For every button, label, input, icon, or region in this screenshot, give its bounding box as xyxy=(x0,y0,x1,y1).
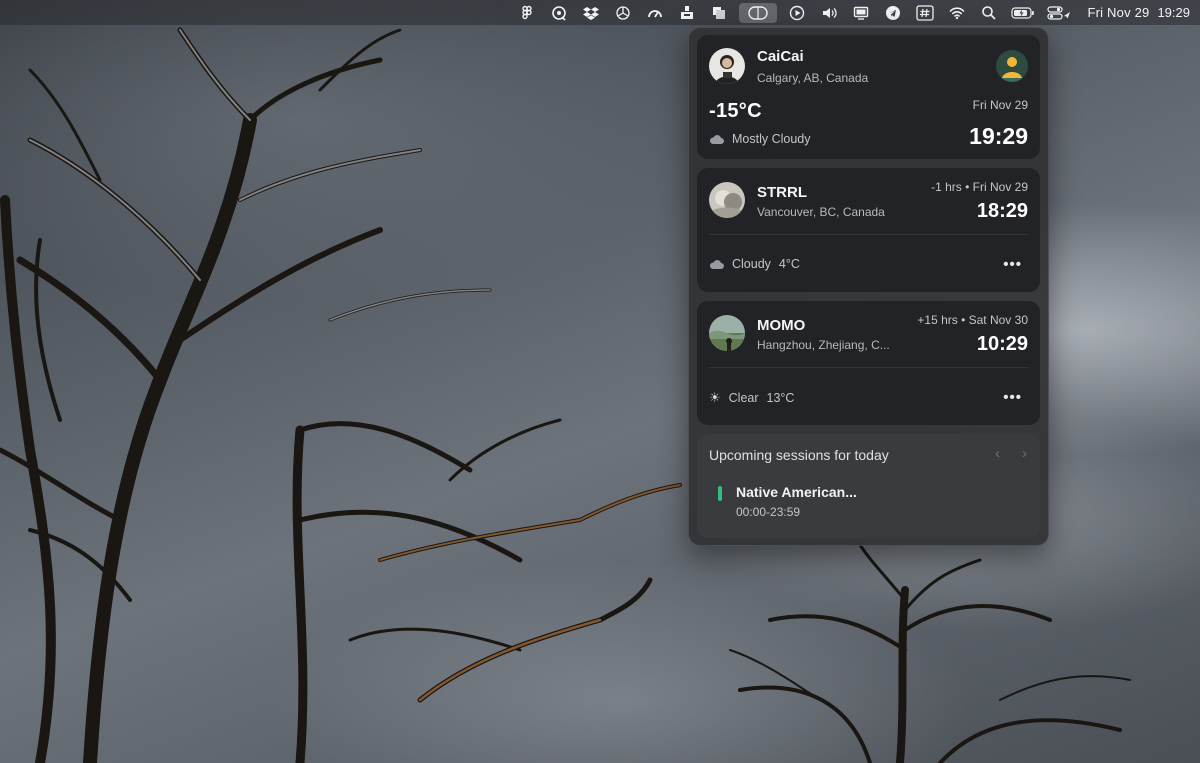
chrome-remote-icon[interactable] xyxy=(548,3,570,23)
sun-icon: ☀ xyxy=(709,390,721,405)
menubar-date[interactable]: Fri Nov 29 xyxy=(1087,5,1149,20)
my-time: 19:29 xyxy=(969,123,1028,149)
divider xyxy=(709,367,1028,368)
telegram-icon[interactable] xyxy=(882,3,904,23)
friend-time: 10:29 xyxy=(976,333,1028,355)
friend-condition-text: Clear xyxy=(728,391,759,405)
friend-condition-text: Cloudy xyxy=(732,257,771,271)
previous-button[interactable]: ‹ xyxy=(995,445,1000,462)
friend-temperature: 13°C xyxy=(766,391,795,405)
menubar-time[interactable]: 19:29 xyxy=(1157,5,1190,20)
friend-offset: +15 hrs • Sat Nov 30 xyxy=(917,313,1028,327)
search-icon[interactable] xyxy=(978,3,1000,23)
upload-tray-icon[interactable] xyxy=(676,3,698,23)
friend-temperature: 4°C xyxy=(778,257,800,271)
session-time: 00:00-23:59 xyxy=(736,505,801,519)
friend-location: Vancouver, BC, Canada xyxy=(757,205,885,219)
my-temperature: -15°C xyxy=(709,100,762,122)
my-condition: Mostly Cloudy xyxy=(709,132,811,146)
play-icon[interactable] xyxy=(786,3,808,23)
cloud-icon xyxy=(709,258,724,270)
more-options-button[interactable]: ••• xyxy=(1003,257,1022,272)
menu-bar: Fri Nov 29 19:29 xyxy=(0,0,1200,25)
avatar xyxy=(709,182,745,218)
friend-name: STRRL xyxy=(757,184,807,201)
avatar xyxy=(709,315,745,351)
speedometer-icon[interactable] xyxy=(644,3,666,23)
display-icon[interactable] xyxy=(850,3,872,23)
divider xyxy=(709,234,1028,235)
dropbox-icon[interactable] xyxy=(580,3,602,23)
friend-condition: Cloudy 4°C xyxy=(709,257,800,271)
more-options-button[interactable]: ••• xyxy=(1003,390,1022,405)
my-date: Fri Nov 29 xyxy=(972,98,1028,112)
friend-card-strrl[interactable]: STRRL Vancouver, BC, Canada -1 hrs • Fri… xyxy=(697,168,1040,292)
world-clock-panel: CaiCai Calgary, AB, Canada -15°C Mostly … xyxy=(688,27,1049,546)
wifi-icon[interactable] xyxy=(946,3,968,23)
friend-name: MOMO xyxy=(757,317,806,334)
profile-button[interactable] xyxy=(996,50,1028,82)
battery-icon[interactable] xyxy=(1010,3,1036,23)
session-name[interactable]: Native American... xyxy=(736,484,857,500)
friend-location: Hangzhou, Zhejiang, C... xyxy=(757,338,890,352)
hashtag-icon[interactable] xyxy=(914,3,936,23)
control-center-icon[interactable] xyxy=(1046,3,1072,23)
sessions-title: Upcoming sessions for today xyxy=(709,447,889,463)
friend-offset: -1 hrs • Fri Nov 29 xyxy=(931,180,1028,194)
my-name: CaiCai xyxy=(757,48,804,65)
avatar xyxy=(709,48,745,84)
stack-icon[interactable] xyxy=(708,3,730,23)
friend-condition: ☀ Clear 13°C xyxy=(709,390,794,406)
my-condition-text: Mostly Cloudy xyxy=(732,132,811,146)
volume-icon[interactable] xyxy=(818,3,840,23)
cloud-icon xyxy=(709,133,724,145)
upcoming-sessions-card: Upcoming sessions for today ‹ › Native A… xyxy=(697,434,1040,538)
openai-icon[interactable] xyxy=(612,3,634,23)
next-button[interactable]: › xyxy=(1022,445,1027,462)
world-clock-icon[interactable] xyxy=(739,2,778,23)
my-location: Calgary, AB, Canada xyxy=(757,71,869,85)
friend-time: 18:29 xyxy=(976,200,1028,222)
friend-card-momo[interactable]: MOMO Hangzhou, Zhejiang, C... +15 hrs • … xyxy=(697,301,1040,425)
session-color-bar xyxy=(718,486,722,501)
figma-icon[interactable] xyxy=(516,3,538,23)
my-location-card: CaiCai Calgary, AB, Canada -15°C Mostly … xyxy=(697,35,1040,159)
